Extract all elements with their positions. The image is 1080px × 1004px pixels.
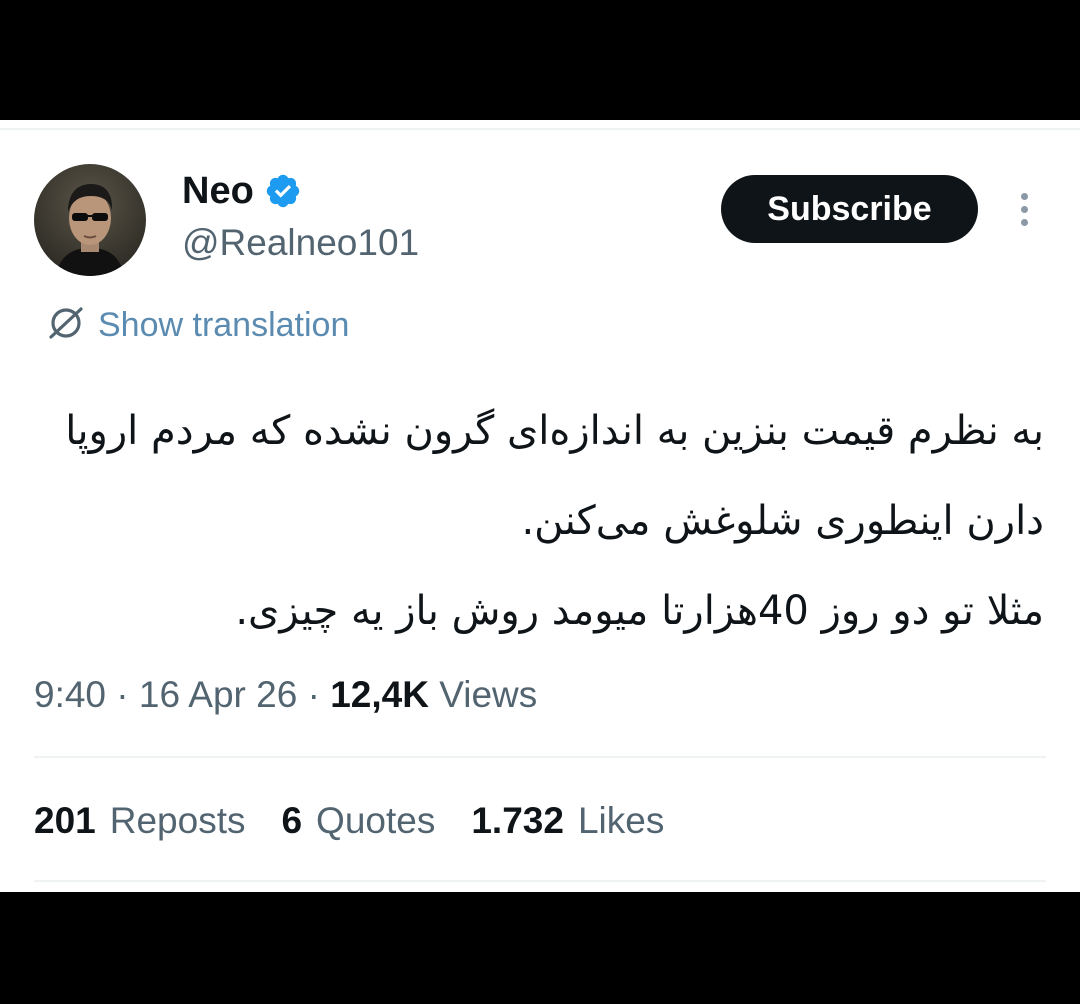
show-translation-label[interactable]: Show translation xyxy=(98,302,349,348)
likes-label: Likes xyxy=(577,800,665,841)
author-display-name[interactable]: Neo xyxy=(182,168,254,214)
likes-count: 1.732 xyxy=(471,800,564,841)
reposts-stat[interactable]: 201 Reposts xyxy=(34,798,245,844)
tweet-time[interactable]: 9:40 xyxy=(34,674,106,715)
avatar-image xyxy=(34,164,146,276)
reposts-count: 201 xyxy=(34,800,96,841)
subscribe-button[interactable]: Subscribe xyxy=(721,175,978,243)
tweet-paragraph-1: به نظرم قیمت بنزین به اندازه‌ای گرون نشد… xyxy=(65,408,1044,544)
show-translation-link[interactable]: Show translation xyxy=(46,302,349,348)
quotes-label: Quotes xyxy=(316,800,436,841)
views-count: 12,4K xyxy=(330,674,429,715)
tweet-paragraph-2: مثلا تو دو روز 40هزارتا میومد روش باز یه… xyxy=(235,588,1044,634)
reposts-label: Reposts xyxy=(109,800,246,841)
quotes-count: 6 xyxy=(281,800,303,841)
tweet-card: Neo @Realneo101 Subscribe Show translati… xyxy=(0,120,1080,892)
views-label: Views xyxy=(439,674,538,715)
engagement-stats: 201 Reposts 6 Quotes 1.732 Likes xyxy=(34,798,700,844)
tweet-date[interactable]: 16 Apr 26 xyxy=(139,674,297,715)
top-divider xyxy=(0,128,1080,130)
more-options-icon[interactable] xyxy=(1004,186,1044,232)
avatar[interactable] xyxy=(34,164,146,276)
meta-separator: · xyxy=(307,674,320,715)
divider xyxy=(34,880,1046,882)
verified-badge-icon[interactable] xyxy=(264,172,302,210)
tweet-meta: 9:40 · 16 Apr 26 · 12,4K Views xyxy=(34,672,537,718)
author-handle[interactable]: @Realneo101 xyxy=(182,220,419,266)
meta-separator: · xyxy=(116,674,129,715)
likes-stat[interactable]: 1.732 Likes xyxy=(471,798,664,844)
quotes-stat[interactable]: 6 Quotes xyxy=(281,798,435,844)
divider xyxy=(34,756,1046,758)
tweet-text: به نظرم قیمت بنزین به اندازه‌ای گرون نشد… xyxy=(60,386,1044,656)
author-display-name-row[interactable]: Neo xyxy=(182,168,302,214)
translate-icon xyxy=(46,303,86,348)
